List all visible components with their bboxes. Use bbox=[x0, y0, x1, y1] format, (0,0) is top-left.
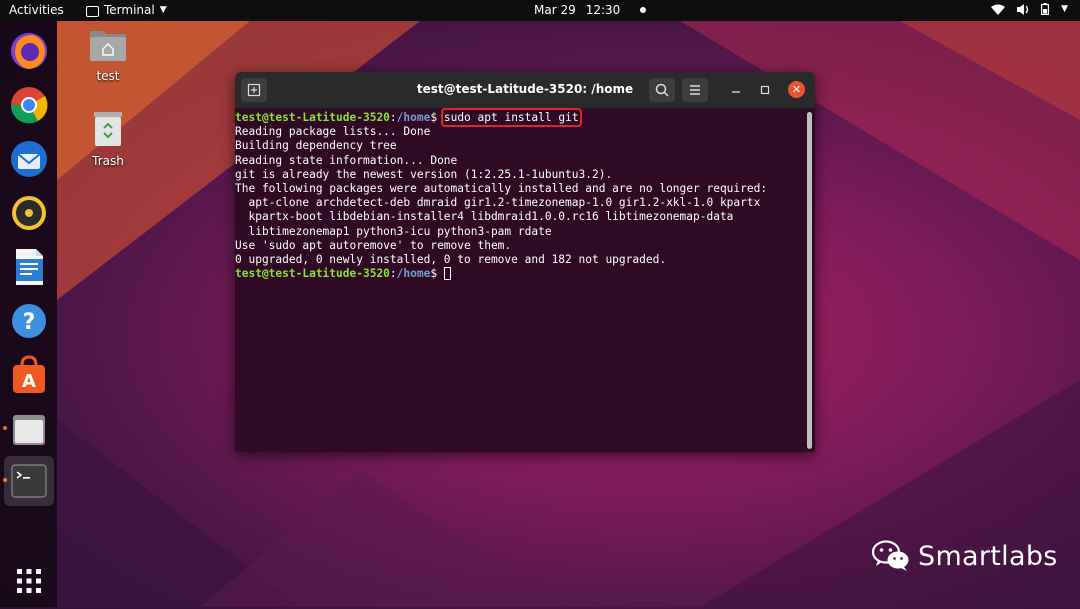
desktop-home-label: test bbox=[96, 69, 120, 83]
output-line: git is already the newest version (1:2.2… bbox=[235, 167, 613, 181]
watermark: Smartlabs bbox=[872, 540, 1058, 572]
text-cursor bbox=[443, 267, 451, 281]
prompt-path: /home bbox=[396, 111, 431, 124]
dock-writer[interactable] bbox=[7, 245, 51, 289]
minimize-icon bbox=[732, 91, 740, 93]
clock[interactable]: Mar 29 12:30 bbox=[534, 3, 647, 17]
svg-text:A: A bbox=[22, 371, 36, 392]
volume-icon bbox=[1017, 3, 1029, 15]
clock-time: 12:30 bbox=[585, 3, 621, 17]
dock-software[interactable]: A bbox=[7, 353, 51, 397]
terminal-titlebar[interactable]: test@test-Latitude-3520: /home ✕ bbox=[235, 72, 815, 109]
prompt-sep: : bbox=[389, 111, 397, 124]
firefox-icon bbox=[11, 33, 47, 69]
dock-terminal[interactable] bbox=[4, 456, 54, 506]
dock-thunderbird[interactable] bbox=[7, 137, 51, 181]
top-bar: Activities Terminal ▼ Mar 29 12:30 ▼ bbox=[0, 0, 1080, 21]
output-line: Building dependency tree bbox=[235, 139, 397, 153]
notification-dot-icon bbox=[640, 7, 647, 13]
thunderbird-icon bbox=[11, 141, 47, 177]
dock-files[interactable] bbox=[7, 407, 51, 451]
prompt-sep: : bbox=[389, 267, 397, 281]
dock-help[interactable]: ? bbox=[7, 299, 51, 343]
libreoffice-writer-icon bbox=[16, 249, 43, 285]
menu-button[interactable] bbox=[682, 78, 708, 102]
output-line: The following packages were automaticall… bbox=[235, 181, 768, 195]
watermark-text: Smartlabs bbox=[918, 540, 1058, 572]
dock-rhythmbox[interactable] bbox=[7, 191, 51, 235]
output-line: Use 'sudo apt autoremove' to remove them… bbox=[235, 238, 512, 252]
wechat-icon bbox=[872, 540, 909, 571]
terminal-icon bbox=[86, 5, 99, 17]
app-menu[interactable]: Terminal ▼ bbox=[86, 3, 167, 17]
show-applications-icon bbox=[17, 569, 41, 593]
prompt-user: test@test-Latitude-3520 bbox=[235, 267, 390, 281]
clock-date: Mar 29 bbox=[534, 3, 576, 17]
chevron-down-icon: ▼ bbox=[159, 5, 167, 15]
dock-chrome[interactable] bbox=[7, 83, 51, 127]
terminal-output[interactable]: test@test-Latitude-3520:/home$ sudo apt … bbox=[235, 108, 805, 452]
output-line: kpartx-boot libdebian-installer4 libdmra… bbox=[235, 210, 734, 224]
output-line: Reading package lists... Done bbox=[235, 125, 431, 139]
close-button[interactable]: ✕ bbox=[788, 81, 805, 98]
dock-show-applications[interactable] bbox=[7, 561, 51, 605]
search-icon bbox=[655, 83, 669, 97]
maximize-icon bbox=[760, 85, 770, 95]
prompt-line: test@test-Latitude-3520:/home$ bbox=[235, 267, 805, 281]
svg-text:?: ? bbox=[23, 310, 36, 335]
desktop-trash[interactable]: Trash bbox=[78, 110, 138, 168]
prompt-line: test@test-Latitude-3520:/home$ sudo apt … bbox=[235, 108, 805, 127]
home-folder-icon bbox=[90, 31, 126, 61]
hamburger-menu-icon bbox=[690, 85, 700, 95]
app-menu-label: Terminal bbox=[104, 3, 155, 17]
scrollbar[interactable] bbox=[807, 112, 812, 449]
minimize-button[interactable] bbox=[727, 81, 745, 99]
prompt-end: $ bbox=[430, 267, 444, 281]
help-icon: ? bbox=[12, 304, 46, 338]
maximize-button[interactable] bbox=[756, 81, 774, 99]
software-center-icon: A bbox=[13, 355, 45, 393]
highlighted-command: sudo apt install git bbox=[440, 108, 582, 127]
output-line: libtimezonemap1 python3-icu python3-pam … bbox=[235, 224, 552, 238]
output-line: Reading state information... Done bbox=[235, 153, 458, 167]
output-line: apt-clone archdetect-deb dmraid gir1.2-t… bbox=[235, 196, 761, 210]
dock: ? A bbox=[0, 21, 57, 607]
wifi-icon bbox=[991, 4, 1006, 15]
battery-icon bbox=[1041, 3, 1050, 15]
chrome-icon bbox=[10, 87, 48, 124]
trash-icon bbox=[94, 112, 122, 146]
dock-firefox[interactable] bbox=[7, 29, 51, 73]
chevron-down-icon: ▼ bbox=[1061, 4, 1068, 14]
prompt-user: test@test-Latitude-3520 bbox=[235, 111, 390, 124]
close-icon: ✕ bbox=[791, 83, 802, 96]
prompt-path: /home bbox=[396, 267, 431, 281]
output-line: 0 upgraded, 0 newly installed, 0 to remo… bbox=[235, 252, 667, 266]
desktop-home-folder[interactable]: test bbox=[78, 27, 138, 83]
prompt-end: $ bbox=[430, 111, 444, 124]
files-icon bbox=[13, 415, 45, 445]
system-tray[interactable]: ▼ bbox=[991, 3, 1068, 15]
desktop-trash-label: Trash bbox=[92, 154, 124, 168]
activities-button[interactable]: Activities bbox=[9, 3, 64, 17]
rhythmbox-icon bbox=[12, 196, 46, 230]
terminal-icon bbox=[11, 464, 47, 498]
terminal-window[interactable]: test@test-Latitude-3520: /home ✕ test@te… bbox=[235, 72, 815, 452]
search-button[interactable] bbox=[649, 78, 675, 102]
